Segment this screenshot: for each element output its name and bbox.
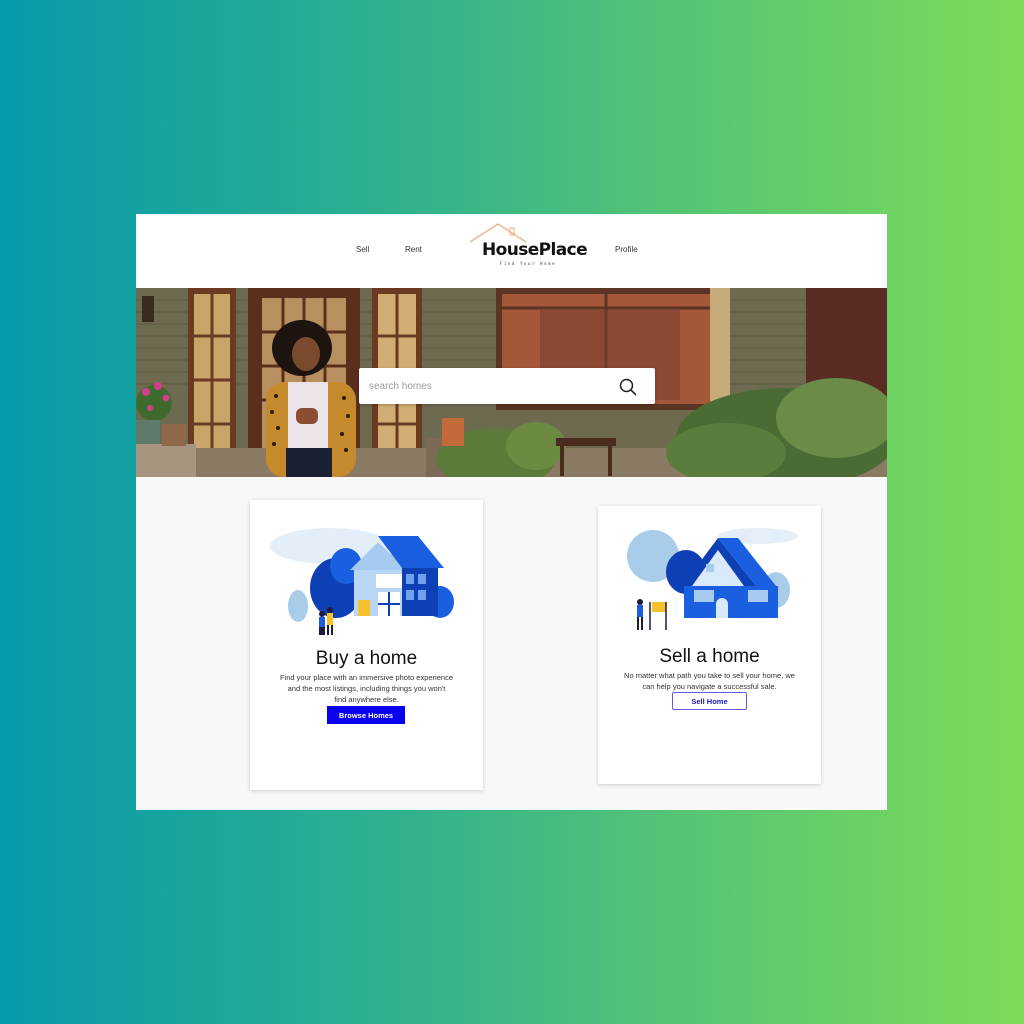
buy-card-description-line3: find anywhere else. xyxy=(334,695,399,704)
nav-sell-link[interactable]: Sell xyxy=(356,245,369,254)
buy-card-description-line1: Find your place with an immersive photo … xyxy=(279,673,453,682)
search-input[interactable] xyxy=(369,378,599,394)
sell-card-description-line2: can help you navigate a successful sale. xyxy=(642,682,777,691)
sell-home-button[interactable]: Sell Home xyxy=(672,692,747,710)
buy-home-illustration xyxy=(270,528,454,635)
buy-card-description-line2: and the most listings, including things … xyxy=(287,684,446,693)
browse-homes-button[interactable]: Browse Homes xyxy=(327,706,405,724)
browser-page: Sell Rent HousePlace Find Your Home Prof… xyxy=(136,214,887,810)
brand-tagline: Find Your Home xyxy=(500,261,557,266)
sell-card-title: Sell a home xyxy=(659,646,760,667)
buy-home-card: Buy a home Find your place with an immer… xyxy=(250,500,483,790)
search-bar xyxy=(359,368,655,404)
search-icon[interactable] xyxy=(617,376,639,398)
nav-rent-link[interactable]: Rent xyxy=(405,245,422,254)
sell-home-card: Sell a home No matter what path you take… xyxy=(598,506,821,784)
sell-home-illustration xyxy=(627,528,798,630)
brand-logo[interactable]: HousePlace Find Your Home xyxy=(468,222,588,278)
buy-card-title: Buy a home xyxy=(315,648,418,669)
nav-profile-link[interactable]: Profile xyxy=(615,245,638,254)
brand-name: HousePlace xyxy=(482,240,588,260)
sell-card-description-line1: No matter what path you take to sell you… xyxy=(624,671,795,680)
hero-banner xyxy=(136,288,887,477)
top-nav: Sell Rent HousePlace Find Your Home Prof… xyxy=(136,214,887,288)
